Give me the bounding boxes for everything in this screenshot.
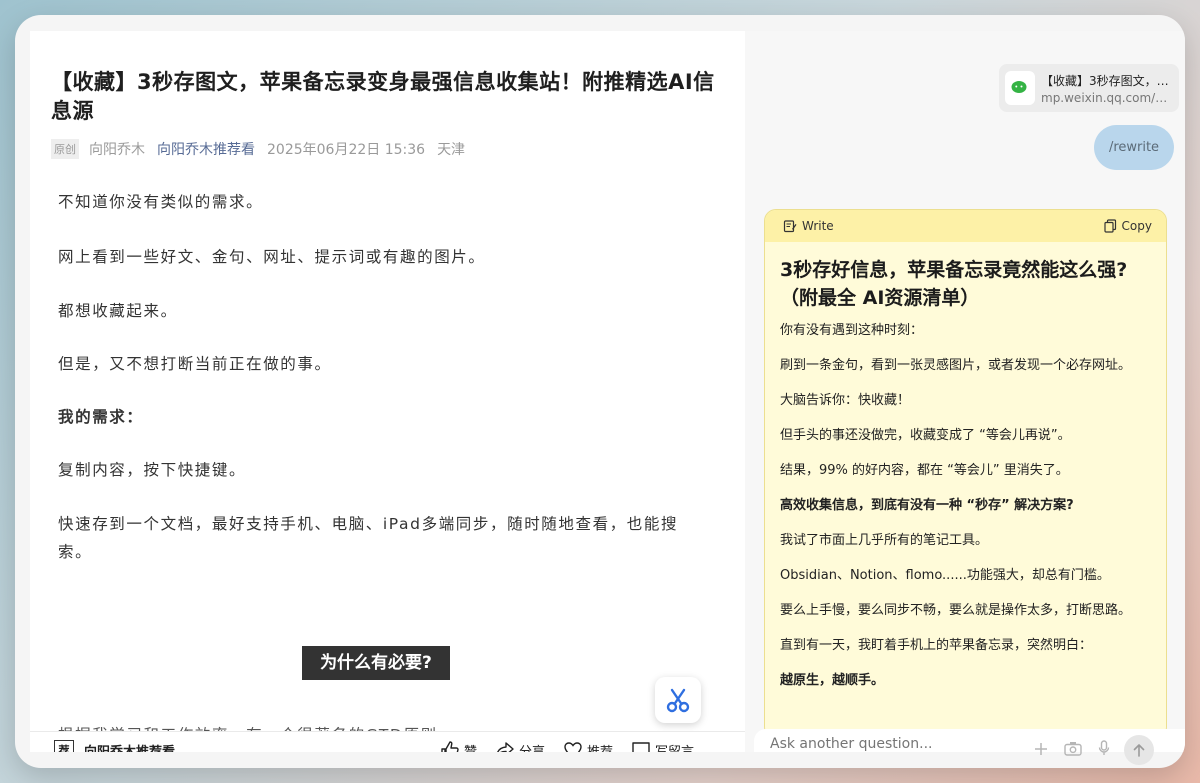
ask-tools xyxy=(1034,735,1154,765)
write-paragraph: 要么上手慢，要么同步不畅，要么就是操作太多，打断思路。 xyxy=(780,603,1132,618)
heart-icon xyxy=(564,742,582,752)
write-paragraph: 你有没有遇到这种时刻： xyxy=(780,323,924,338)
write-title: 3秒存好信息，苹果备忘录竟然能这么强?（附最全 AI资源清单） xyxy=(780,259,1128,309)
camera-icon[interactable] xyxy=(1064,741,1082,760)
bottom-account[interactable]: 荐 向阳乔木推荐看 xyxy=(54,740,175,752)
link-url: mp.weixin.qq.com/s/... xyxy=(1041,90,1171,105)
article-pane: 【收藏】3秒存图文，苹果备忘录变身最强信息收集站！附推精选AI信息源 原创 向阳… xyxy=(30,31,745,752)
write-paragraph: 直到有一天，我盯着手机上的苹果备忘录，突然明白： xyxy=(780,638,1093,653)
original-tag: 原创 xyxy=(51,139,79,159)
article-paragraph: 不知道你没有类似的需求。 xyxy=(58,193,264,211)
comment-button[interactable]: 写留言 xyxy=(631,741,694,752)
clip-button[interactable] xyxy=(655,677,701,723)
recommend-button[interactable]: 推荐 xyxy=(563,741,613,752)
article-meta: 原创 向阳乔木 向阳乔木推荐看 2025年06月22日 15:36 天津 xyxy=(51,139,465,159)
app-window: 【收藏】3秒存图文，苹果备忘录变身最强信息收集站！附推精选AI信息源 原创 向阳… xyxy=(15,15,1185,768)
write-label: Write xyxy=(783,219,834,233)
article-title: 【收藏】3秒存图文，苹果备忘录变身最强信息收集站！附推精选AI信息源 xyxy=(51,70,715,123)
account-link[interactable]: 向阳乔木推荐看 xyxy=(157,139,255,159)
section-callout: 为什么有必要? xyxy=(302,646,450,680)
share-button[interactable]: 分享 xyxy=(495,741,545,752)
plus-icon[interactable] xyxy=(1034,741,1048,760)
write-paragraph: 高效收集信息，到底有没有一种 “秒存” 解决方案? xyxy=(780,498,1074,513)
write-response-card: Write Copy 3秒存好信息，苹果备忘录竟然能这么强?（附最全 AI资源清… xyxy=(764,209,1167,739)
publish-location: 天津 xyxy=(437,142,466,158)
shared-link-card[interactable]: 【收藏】3秒存图文，苹果备忘录变身最强信息收集站！附推精选AI信息源 mp.we… xyxy=(999,64,1179,112)
write-paragraph: 刷到一条金句，看到一张灵感图片，或者发现一个必存网址。 xyxy=(780,358,1132,373)
arrow-up-icon xyxy=(1133,744,1145,757)
share-icon xyxy=(497,742,514,752)
write-paragraph: 越原生，越顺手。 xyxy=(780,673,885,688)
write-paragraph: 我试了市面上几乎所有的笔记工具。 xyxy=(780,533,989,548)
article-paragraph: 但是，又不想打断当前正在做的事。 xyxy=(58,355,332,373)
ask-input[interactable] xyxy=(770,733,1020,755)
send-button[interactable] xyxy=(1124,735,1154,765)
wechat-icon xyxy=(1005,71,1035,105)
account-logo-icon: 荐 xyxy=(54,740,74,752)
link-title: 【收藏】3秒存图文，苹果备忘录变身最强信息收集站！附推精选AI信息源 xyxy=(1041,73,1171,88)
copy-icon xyxy=(1103,219,1116,233)
like-button[interactable]: 赞 xyxy=(440,741,477,752)
article-paragraph: 复制内容，按下快捷键。 xyxy=(58,461,247,479)
write-card-header: Write Copy xyxy=(765,210,1166,242)
comment-icon xyxy=(632,742,650,752)
copy-button[interactable]: Copy xyxy=(1103,219,1152,233)
scissors-icon xyxy=(666,688,690,713)
article-paragraph: 我的需求： xyxy=(58,408,144,426)
author-name: 向阳乔木 xyxy=(89,142,145,158)
bottom-actions: 赞 分享 推荐 写留言 xyxy=(440,741,712,752)
write-paragraph: 但手头的事还没做完，收藏变成了 “等会儿再说”。 xyxy=(780,428,1071,443)
article-bottom-bar: 荐 向阳乔木推荐看 赞 分享 推荐 写留言 xyxy=(30,731,745,752)
chat-pane: 【收藏】3秒存图文，苹果备忘录变身最强信息收集站！附推精选AI信息源 mp.we… xyxy=(745,31,1185,752)
bottom-account-name: 向阳乔木推荐看 xyxy=(84,744,176,753)
article-paragraph: 网上看到一些好文、金句、网址、提示词或有趣的图片。 xyxy=(58,248,486,266)
user-message-bubble: /rewrite xyxy=(1094,125,1174,170)
write-paragraph: 大脑告诉你：快收藏！ xyxy=(780,393,911,408)
write-paragraph: 结果，99% 的好内容，都在 “等会儿” 里消失了。 xyxy=(780,463,1069,478)
write-icon xyxy=(783,220,797,233)
article-paragraph: 都想收藏起来。 xyxy=(58,302,178,320)
publish-date: 2025年06月22日 15:36 xyxy=(267,142,426,158)
write-paragraph: Obsidian、Notion、flomo......功能强大，却总有门槛。 xyxy=(780,568,1110,583)
article-paragraph: 快速存到一个文档，最好支持手机、电脑、iPad多端同步，随时随地查看，也能搜索。 xyxy=(58,515,679,561)
microphone-icon[interactable] xyxy=(1098,740,1110,760)
thumbs-up-icon xyxy=(441,741,459,752)
